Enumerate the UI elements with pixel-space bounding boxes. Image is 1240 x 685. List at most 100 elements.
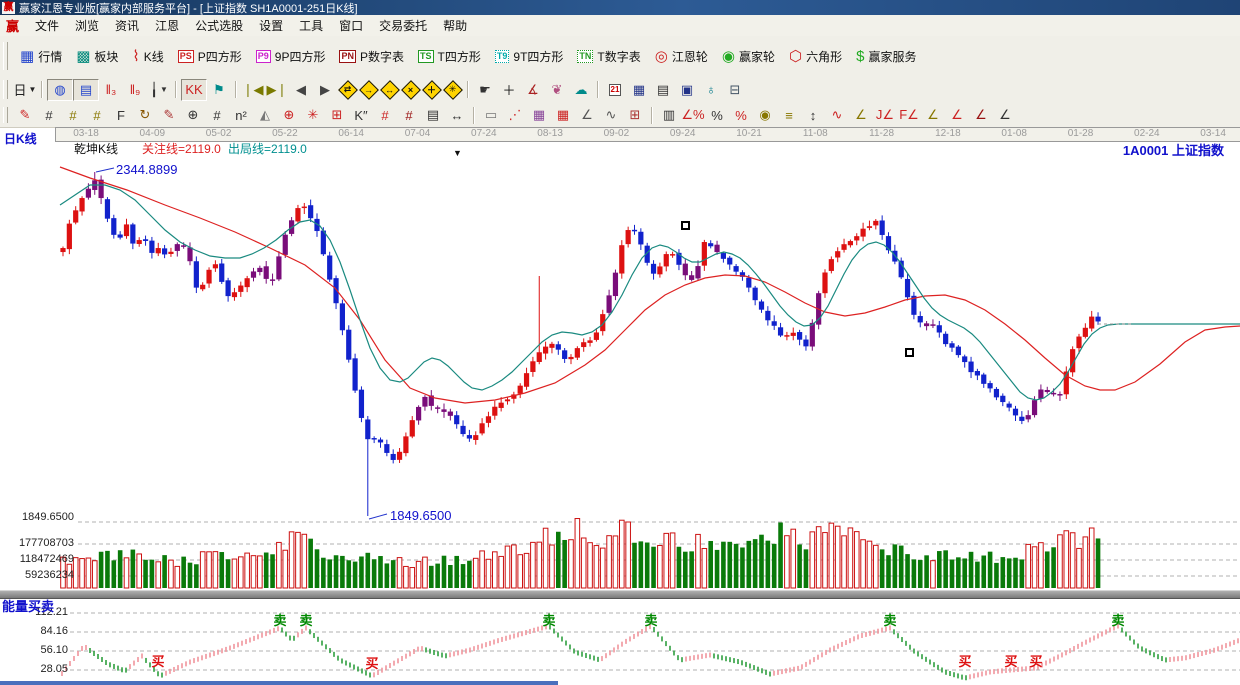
scale-tool[interactable]: ▥ <box>657 105 681 125</box>
menu-item-公式选股[interactable]: 公式选股 <box>187 15 251 36</box>
hash-tool[interactable]: # <box>205 105 229 125</box>
gold2-angle-tool[interactable]: ∠ <box>921 105 945 125</box>
menu-item-江恩[interactable]: 江恩 <box>147 15 187 36</box>
thought-tool[interactable]: ☁ <box>569 80 593 100</box>
menu-item-设置[interactable]: 设置 <box>251 15 291 36</box>
menu-item-帮助[interactable]: 帮助 <box>435 15 475 36</box>
target-tool[interactable]: ⊕ <box>277 105 301 125</box>
rect-tool[interactable]: ▭ <box>479 105 503 125</box>
first-page-button[interactable]: ❘◀ <box>241 80 265 100</box>
p-square-button[interactable]: PS P四方形 <box>171 45 249 68</box>
sector-button[interactable]: ▩ 板块 <box>69 45 125 68</box>
gold-angle-tool[interactable]: ∠ <box>849 105 873 125</box>
winner-service-button[interactable]: $ 赢家服务 <box>849 45 923 68</box>
period-day-button[interactable]: 日 ▼ <box>13 80 37 100</box>
menu-item-窗口[interactable]: 窗口 <box>331 15 371 36</box>
notes-button[interactable]: ▤ <box>651 80 675 100</box>
shen-grid-tool[interactable]: # <box>373 105 397 125</box>
gann-shape-tool[interactable]: ❦ <box>545 80 569 100</box>
calendar-button[interactable]: 21 <box>603 80 627 100</box>
compress-diamond-button[interactable]: × <box>401 80 421 100</box>
sector-button-label: 板块 <box>94 49 119 64</box>
grid-lines-tool[interactable]: # <box>37 105 61 125</box>
expand-diamond-button[interactable]: ↔ <box>380 80 400 100</box>
t-number-button[interactable]: TN T数字表 <box>570 45 647 68</box>
minute-9-button[interactable]: ‖₉ <box>123 80 147 100</box>
gann-wheel-button[interactable]: ◎ 江恩轮 <box>648 45 715 68</box>
gold-grid-tool[interactable]: # <box>61 105 85 125</box>
f-grid-tool[interactable]: F <box>109 105 133 125</box>
gold-circle-tool[interactable]: ◉ <box>753 105 777 125</box>
t-square-button[interactable]: TS T四方形 <box>411 45 488 68</box>
bottom-scrollbar[interactable] <box>0 681 558 685</box>
red-grid-tool[interactable]: ▦ <box>551 105 575 125</box>
chart-list-toggle[interactable]: ▤ <box>73 78 99 101</box>
spider-web-tool[interactable]: ✳ <box>301 105 325 125</box>
save-button[interactable]: ▣ <box>675 80 699 100</box>
shift-right-diamond-button[interactable]: → <box>359 80 379 100</box>
pencil-tool[interactable]: ✎ <box>13 105 37 125</box>
circle-cross-tool[interactable]: ⊕ <box>181 105 205 125</box>
menu-item-资讯[interactable]: 资讯 <box>107 15 147 36</box>
zoom-in-diamond-button[interactable]: ＋ <box>422 80 442 100</box>
winner-wheel-button[interactable]: ◉ 赢家轮 <box>715 45 782 68</box>
k-quote-tool[interactable]: K″ <box>349 105 373 125</box>
print-button[interactable]: ⊟ <box>723 80 747 100</box>
angle-mirror-tool[interactable]: ◭ <box>253 105 277 125</box>
fan-rays-tool[interactable]: ⋰ <box>503 105 527 125</box>
p-number-button[interactable]: PN P数字表 <box>332 45 411 68</box>
quote-button[interactable]: ▦ 行情 <box>13 45 69 68</box>
wave-band-tool[interactable]: ∿ <box>825 105 849 125</box>
angle-measure-tool[interactable]: ∡ <box>521 80 545 100</box>
qiankun-kline-toggle[interactable]: KK <box>181 78 207 101</box>
angle-line-tool[interactable]: ∠ <box>575 105 599 125</box>
win-grid-tool[interactable]: # <box>397 105 421 125</box>
shen-angle-tool[interactable]: ∠ <box>945 105 969 125</box>
kline-chart-canvas[interactable] <box>0 141 1240 685</box>
flag-tool[interactable]: ⚑ <box>207 80 231 100</box>
menu-item-浏览[interactable]: 浏览 <box>67 15 107 36</box>
minute-3-button[interactable]: ‖₃ <box>99 80 123 100</box>
chart-network-toggle[interactable]: ◍ <box>47 78 73 101</box>
pane-separator[interactable] <box>0 590 1240 599</box>
zoom-out-diamond-button[interactable]: ⇄ <box>338 80 358 100</box>
four-angle-tool[interactable]: ∠ <box>993 105 1017 125</box>
percent-tool[interactable]: % <box>705 105 729 125</box>
menu-item-文件[interactable]: 文件 <box>27 15 67 36</box>
next-button[interactable]: ▶ <box>313 80 337 100</box>
web-button[interactable]: ♁ <box>699 80 723 100</box>
hexagon-button[interactable]: ⬡ 六角形 <box>782 45 849 68</box>
box-grid-tool[interactable]: ⊞ <box>623 105 647 125</box>
calculator-button[interactable]: ▦ <box>627 80 651 100</box>
p9-square-button[interactable]: P9 9P四方形 <box>249 45 333 68</box>
win-angle-tool[interactable]: ∠ <box>969 105 993 125</box>
width-tool[interactable]: ↔ <box>445 105 469 125</box>
candle-style-dropdown[interactable]: ╽ ▼ <box>147 80 171 100</box>
toolbar-grip[interactable] <box>3 42 8 70</box>
percent-line-tool[interactable]: % <box>729 105 753 125</box>
t9-square-button[interactable]: T9 9T四方形 <box>488 45 571 68</box>
percent-slope-tool[interactable]: ∠% <box>681 105 705 125</box>
menu-item-工具[interactable]: 工具 <box>291 15 331 36</box>
last-page-button[interactable]: ▶❘ <box>265 80 289 100</box>
fit-all-diamond-button[interactable]: ✳ <box>443 80 463 100</box>
spiral-tool[interactable]: ↻ <box>133 105 157 125</box>
menu-item-交易委托[interactable]: 交易委托 <box>371 15 435 36</box>
prev-button[interactable]: ◀ <box>289 80 313 100</box>
price-mark-tool[interactable]: ↕ <box>801 105 825 125</box>
toolbar-grip[interactable] <box>3 80 8 99</box>
toolbar-grip[interactable] <box>3 106 8 124</box>
ruler-123-tool[interactable]: ▤ <box>421 105 445 125</box>
gold-grid2-tool[interactable]: # <box>85 105 109 125</box>
n-square-tool[interactable]: n² <box>229 105 253 125</box>
wave-tool[interactable]: ∿ <box>599 105 623 125</box>
kline-button[interactable]: ⌇ K线 <box>125 45 170 68</box>
j-angle-tool[interactable]: J∠ <box>873 105 897 125</box>
drag-hand-tool[interactable]: ☛ <box>473 80 497 100</box>
web-grid-tool[interactable]: ⊞ <box>325 105 349 125</box>
crosshair-tool[interactable]: ＋ <box>497 80 521 100</box>
f-angle-tool[interactable]: F∠ <box>897 105 921 125</box>
gold-line-tool[interactable]: ≡ <box>777 105 801 125</box>
pencil2-tool[interactable]: ✎ <box>157 105 181 125</box>
purple-grid-tool[interactable]: ▦ <box>527 105 551 125</box>
